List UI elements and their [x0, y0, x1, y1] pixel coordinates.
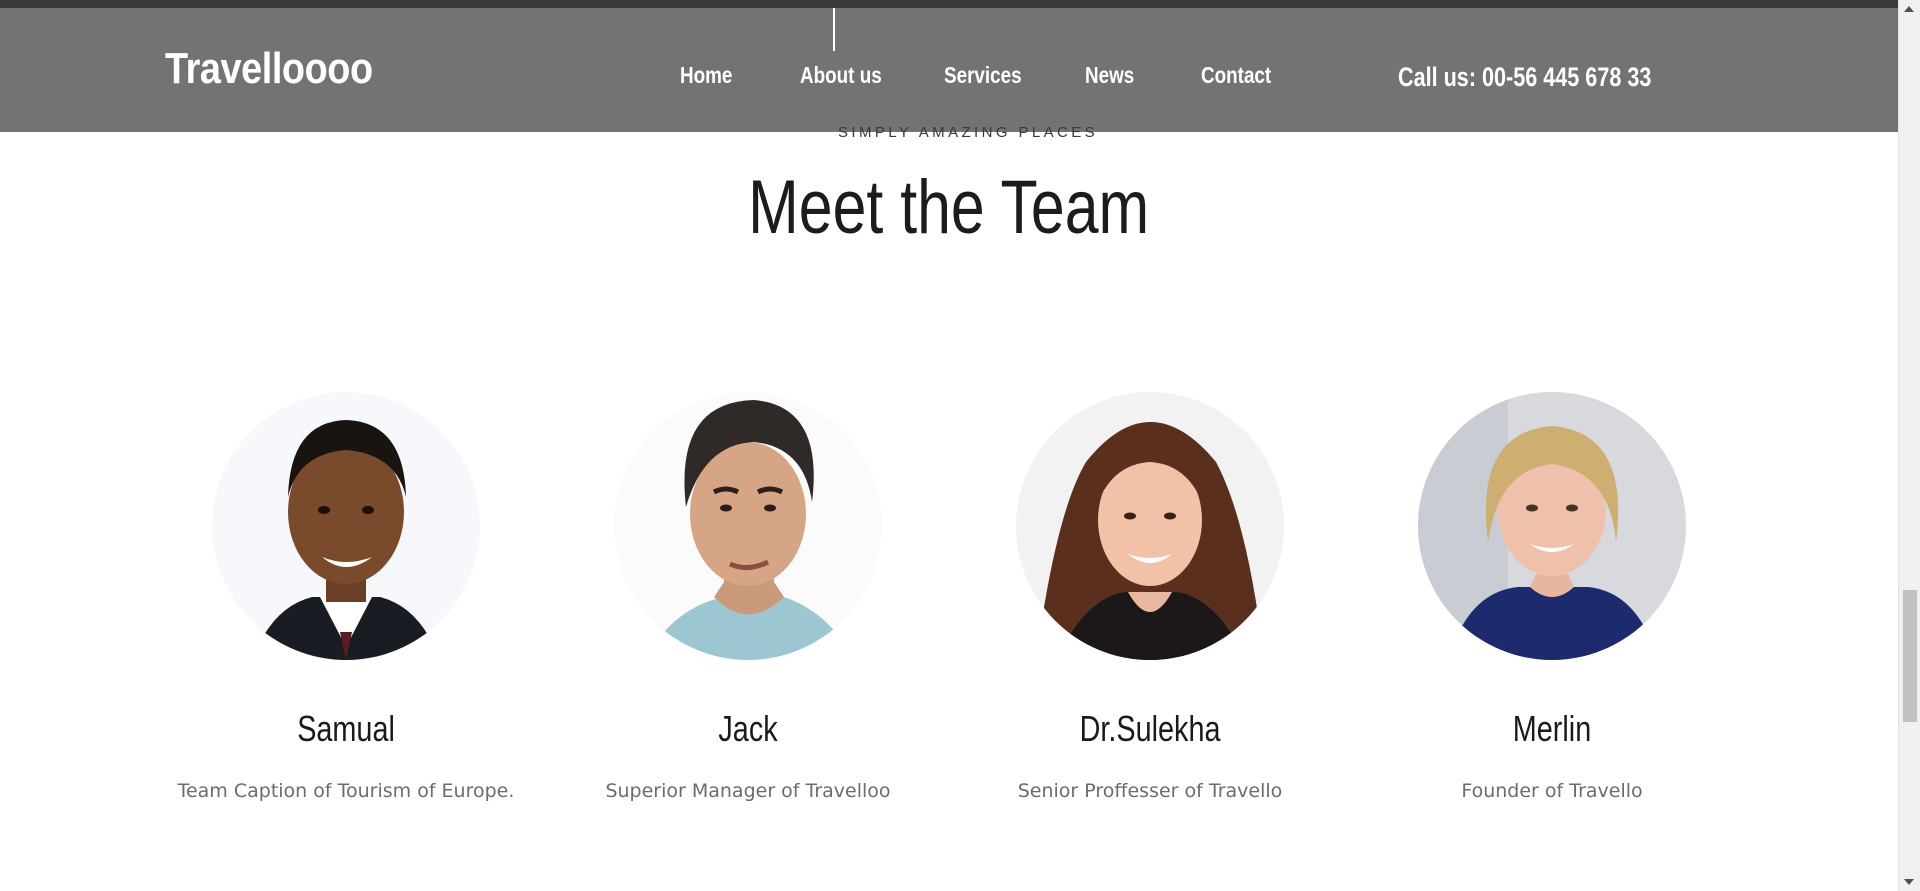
- avatar: [1016, 392, 1284, 660]
- site-tagline: SIMPLY AMAZING PLACES: [838, 124, 1099, 141]
- scroll-thumb[interactable]: [1903, 590, 1917, 722]
- member-name: Samual: [297, 708, 395, 749]
- active-nav-indicator: [833, 8, 835, 51]
- nav-item-services[interactable]: Services: [944, 62, 1022, 89]
- section-title-text: Meet the Team: [748, 165, 1150, 250]
- avatar: [212, 392, 480, 660]
- team-member-card: Samual Team Caption of Tourism of Europe…: [146, 392, 546, 802]
- team-member-card: Merlin Founder of Travello: [1352, 392, 1752, 802]
- member-role: Senior Proffesser of Travello: [1017, 780, 1283, 802]
- site-header: Travelloooo Home About us Services News …: [0, 8, 1898, 141]
- member-name: Merlin: [1512, 708, 1592, 749]
- person-photo-icon: [1016, 392, 1284, 660]
- team-member-card: Dr.Sulekha Senior Proffesser of Travello: [950, 392, 1350, 802]
- call-us-phone[interactable]: Call us: 00-56 445 678 33: [1398, 62, 1651, 93]
- avatar: [614, 392, 882, 660]
- member-name: Jack: [718, 708, 778, 749]
- member-role: Team Caption of Tourism of Europe.: [177, 780, 515, 802]
- vertical-scrollbar[interactable]: [1898, 0, 1920, 891]
- person-photo-icon: [614, 392, 882, 660]
- person-photo-icon: [1418, 392, 1686, 660]
- scroll-down-arrow-icon[interactable]: [1904, 879, 1914, 885]
- top-strip: [0, 0, 1898, 8]
- member-name: Dr.Sulekha: [1079, 708, 1221, 749]
- page: Travelloooo Home About us Services News …: [0, 0, 1920, 891]
- nav-item-about-us[interactable]: About us: [800, 62, 882, 89]
- nav-item-contact[interactable]: Contact: [1201, 62, 1271, 89]
- member-role: Superior Manager of Travelloo: [605, 780, 891, 802]
- person-photo-icon: [212, 392, 480, 660]
- scroll-up-arrow-icon[interactable]: [1904, 6, 1914, 12]
- nav-item-home[interactable]: Home: [680, 62, 732, 89]
- member-role: Founder of Travello: [1461, 780, 1643, 802]
- avatar: [1418, 392, 1686, 660]
- nav-item-news[interactable]: News: [1085, 62, 1134, 89]
- site-logo[interactable]: Travelloooo: [165, 44, 373, 94]
- section-title: Meet the Team: [0, 164, 1898, 251]
- team-member-card: Jack Superior Manager of Travelloo: [548, 392, 948, 802]
